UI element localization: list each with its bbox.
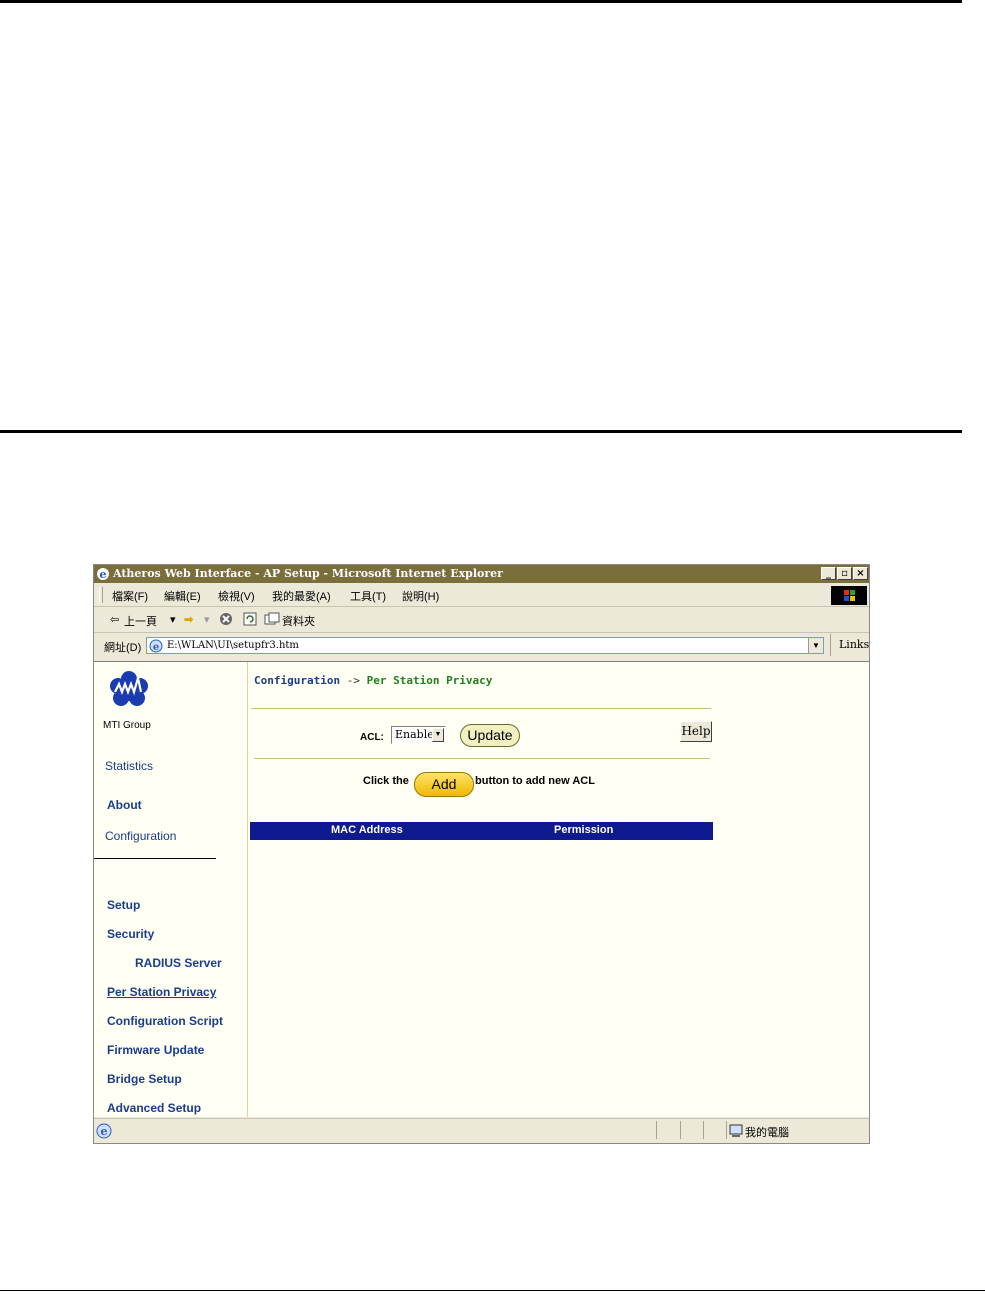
nav-setup[interactable]: Setup [107,898,140,912]
menu-favorites[interactable]: 我的最愛(A) [272,588,331,604]
refresh-icon[interactable] [243,612,257,626]
address-input[interactable]: e E:\WLAN\UI\setupfr3.htm ▼ [146,637,824,654]
column-mac-address: MAC Address [331,824,403,836]
acl-select[interactable]: Enable ▼ [391,726,446,744]
status-page-icon: e [96,1123,112,1139]
brand-name: MTI Group [103,720,151,731]
menu-tools[interactable]: 工具(T) [350,588,386,604]
form-rule [254,758,710,759]
close-button[interactable]: × [853,567,868,580]
nav-statistics[interactable]: Statistics [105,759,153,773]
breadcrumb-separator: -> [346,674,360,687]
add-button[interactable]: Add [414,772,474,797]
nav-firmware-update[interactable]: Firmware Update [107,1043,204,1057]
acl-dropdown-icon[interactable]: ▼ [432,728,444,742]
page-icon: e [149,639,163,653]
nav-configuration[interactable]: Configuration [105,829,176,843]
folders-icon[interactable] [264,612,280,626]
help-button[interactable]: Help [680,721,712,742]
nav-radius-server[interactable]: RADIUS Server [135,956,222,970]
add-suffix-text: button to add new ACL [475,775,595,787]
update-button[interactable]: Update [460,724,520,747]
address-url: E:\WLAN\UI\setupfr3.htm [167,640,299,651]
title-bar: e Atheros Web Interface - AP Setup - Mic… [94,565,869,583]
back-button[interactable]: 上一頁 [124,613,157,629]
browser-window: e Atheros Web Interface - AP Setup - Mic… [93,564,870,1144]
links-button[interactable]: Links [830,634,869,656]
svg-text:e: e [101,1125,108,1138]
acl-label: ACL: [360,732,384,743]
forward-dropdown-icon[interactable]: ▾ [204,613,210,626]
status-cell [680,1121,681,1139]
header-rule [251,708,711,709]
window-title: Atheros Web Interface - AP Setup - Micro… [113,567,503,580]
menu-bar: 檔案(F) 編輯(E) 檢視(V) 我的最愛(A) 工具(T) 說明(H) [94,584,869,607]
ie-icon: e [97,568,109,581]
page-content: MTI Group Statistics About Configuration… [94,661,869,1117]
minimize-button[interactable]: _ [821,567,836,580]
forward-arrow-icon[interactable]: ➡ [184,613,193,626]
status-zone: 我的電腦 [745,1127,789,1139]
maximize-button[interactable]: ▫ [837,567,852,580]
address-label: 網址(D) [104,642,142,654]
address-dropdown-icon[interactable]: ▼ [808,638,823,653]
page-rule-top [0,0,962,3]
mti-logo [110,671,148,706]
sidebar: MTI Group Statistics About Configuration… [94,662,248,1117]
menu-help[interactable]: 說明(H) [402,588,439,604]
menu-edit[interactable]: 編輯(E) [164,588,201,604]
page-rule-middle [0,430,962,433]
nav-security[interactable]: Security [107,927,154,941]
main-panel: Configuration -> Per Station Privacy ACL… [248,662,868,1117]
address-bar: 網址(D) e E:\WLAN\UI\setupfr3.htm ▼ Links [94,634,869,658]
back-arrow-icon[interactable]: ⇦ [110,613,119,626]
breadcrumb: Configuration -> Per Station Privacy [254,674,492,687]
status-cell [703,1121,704,1139]
status-cell [726,1121,727,1139]
my-computer-icon [729,1124,743,1137]
add-prefix-text: Click the [363,775,409,787]
windows-logo-icon [831,586,867,605]
breadcrumb-current: Per Station Privacy [366,674,493,687]
nav-bridge-setup[interactable]: Bridge Setup [107,1072,182,1086]
folders-button[interactable]: 資料夾 [282,613,315,629]
menu-grip [99,587,103,603]
nav-per-station-privacy[interactable]: Per Station Privacy [107,985,216,999]
column-permission: Permission [554,824,614,836]
sidebar-divider [94,858,216,859]
svg-text:e: e [100,568,107,581]
svg-text:e: e [153,642,159,653]
page-rule-bottom [0,1290,985,1291]
nav-about[interactable]: About [107,798,142,812]
status-cell [656,1121,657,1139]
acl-table-header: MAC Address Permission [250,822,713,840]
menu-file[interactable]: 檔案(F) [112,588,148,604]
status-bar: e 我的電腦 [94,1118,869,1143]
acl-select-value: Enable [395,728,434,741]
back-dropdown-icon[interactable]: ▾ [170,613,176,626]
nav-advanced-setup[interactable]: Advanced Setup [107,1101,201,1115]
stop-icon[interactable] [219,612,233,626]
nav-configuration-script[interactable]: Configuration Script [107,1014,223,1028]
breadcrumb-root[interactable]: Configuration [254,674,340,687]
menu-view[interactable]: 檢視(V) [218,588,255,604]
toolbar: ⇦ 上一頁 ▾ ➡ ▾ 資料夾 [94,608,869,633]
